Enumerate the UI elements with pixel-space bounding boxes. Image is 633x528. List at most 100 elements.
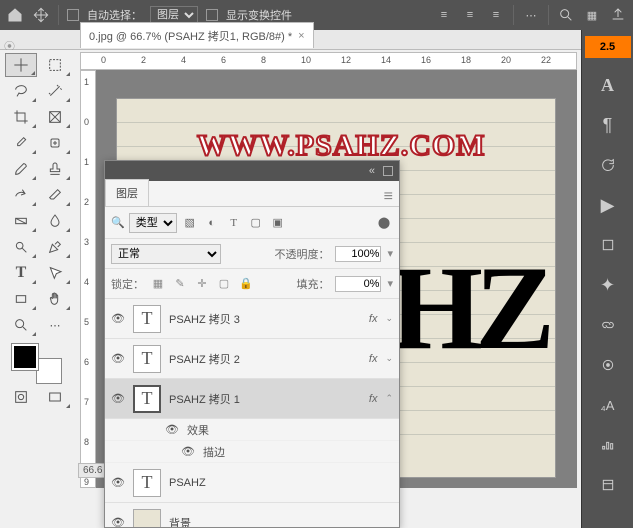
align-mid-icon[interactable]: ≡	[461, 6, 479, 24]
expand-chevron-icon[interactable]: ⌄	[385, 353, 393, 364]
rectangle-tool[interactable]	[5, 287, 37, 311]
expand-chevron-icon[interactable]: ⌃	[385, 393, 393, 404]
fill-input[interactable]	[335, 276, 381, 292]
home-icon[interactable]	[6, 6, 24, 24]
play-icon[interactable]: ▶	[594, 192, 622, 218]
hand-tool[interactable]	[39, 287, 71, 311]
brush-size-display[interactable]: 2.5	[585, 36, 631, 58]
layer-row[interactable]: 👁 T PSAHZ	[105, 463, 399, 503]
brush-tool[interactable]	[5, 157, 37, 181]
blur-tool[interactable]	[39, 209, 71, 233]
collapse-icon[interactable]: «	[369, 165, 375, 177]
visibility-icon[interactable]: 👁	[111, 476, 125, 489]
fx-badge[interactable]: fx	[369, 313, 378, 325]
filter-type-icon[interactable]: T	[225, 214, 243, 232]
lock-artboard-icon[interactable]: ▢	[216, 277, 232, 290]
align-top-icon[interactable]: ≡	[435, 6, 453, 24]
opacity-chevron-icon[interactable]: ▾	[387, 247, 393, 260]
sparkle-icon[interactable]: ✦	[594, 272, 622, 298]
healing-tool[interactable]	[39, 131, 71, 155]
layer-name[interactable]: PSAHZ 拷贝 1	[169, 391, 361, 407]
refresh-icon[interactable]	[594, 152, 622, 178]
visibility-icon[interactable]: 👁	[181, 445, 195, 458]
visibility-icon[interactable]: 👁	[111, 352, 125, 365]
path-select-tool[interactable]	[39, 261, 71, 285]
filter-toggle-icon[interactable]: ⬤	[375, 214, 393, 232]
layer-name[interactable]: PSAHZ 拷贝 2	[169, 351, 361, 367]
more-align-icon[interactable]: ⋯	[522, 6, 540, 24]
lasso-tool[interactable]	[5, 79, 37, 103]
layer-thumbnail[interactable]: T	[133, 469, 161, 497]
layer-thumbnail[interactable]: T	[133, 385, 161, 413]
filter-shape-icon[interactable]: ▢	[247, 214, 265, 232]
layer-row[interactable]: 👁 T PSAHZ 拷贝 2 fx ⌄	[105, 339, 399, 379]
layer-effect-row[interactable]: 👁 描边	[105, 441, 399, 463]
fg-color-swatch[interactable]	[12, 344, 38, 370]
layer-thumbnail[interactable]: T	[133, 345, 161, 373]
show-transform-checkbox[interactable]	[206, 9, 218, 21]
pen-tool[interactable]	[39, 235, 71, 259]
frame-tool[interactable]	[39, 105, 71, 129]
visibility-icon[interactable]: 👁	[111, 392, 125, 405]
target-icon[interactable]	[594, 352, 622, 378]
fill-chevron-icon[interactable]: ▾	[387, 277, 393, 290]
frame-panel-icon[interactable]	[594, 232, 622, 258]
layer-thumbnail[interactable]: T	[133, 305, 161, 333]
layers-titlebar[interactable]: «	[105, 161, 399, 181]
filter-search-icon[interactable]: 🔍	[111, 216, 125, 229]
grid-icon[interactable]: ▦	[583, 6, 601, 24]
eyedropper-tool[interactable]	[5, 131, 37, 155]
stamp-tool[interactable]	[39, 157, 71, 181]
layer-thumbnail[interactable]	[133, 509, 161, 528]
layer-name[interactable]: 背景	[169, 515, 393, 528]
marquee-tool[interactable]	[39, 53, 71, 77]
gradient-tool[interactable]	[5, 209, 37, 233]
layer-name[interactable]: PSAHZ 拷贝 3	[169, 311, 361, 327]
align-bot-icon[interactable]: ≡	[487, 6, 505, 24]
lock-position-icon[interactable]: ✛	[194, 277, 210, 290]
filter-pixel-icon[interactable]: ▧	[181, 214, 199, 232]
color-swatches[interactable]	[12, 344, 62, 384]
fx-badge[interactable]: fx	[369, 393, 378, 405]
close-tab-icon[interactable]: ×	[298, 30, 304, 42]
ruler-vertical[interactable]: 10123456789	[80, 70, 96, 488]
layer-name[interactable]: PSAHZ	[169, 477, 393, 489]
document-tab[interactable]: 0.jpg @ 66.7% (PSAHZ 拷贝1, RGB/8#) * ×	[80, 22, 314, 48]
move-tool[interactable]	[5, 53, 37, 77]
layer-list[interactable]: 👁 T PSAHZ 拷贝 3 fx ⌄ 👁 T PSAHZ 拷贝 2 fx ⌄ …	[105, 299, 399, 527]
paragraph-panel-icon[interactable]: ¶	[594, 112, 622, 138]
link-icon[interactable]	[594, 312, 622, 338]
fx-badge[interactable]: fx	[369, 353, 378, 365]
type-tool[interactable]: T	[5, 261, 37, 285]
properties-panel-icon[interactable]	[594, 472, 622, 498]
edit-toolbar[interactable]: ⋯	[39, 313, 71, 337]
lock-brush-icon[interactable]: ✎	[172, 277, 188, 290]
dodge-tool[interactable]	[5, 235, 37, 259]
filter-smart-icon[interactable]: ▣	[269, 214, 287, 232]
layer-row[interactable]: 👁 T PSAHZ 拷贝 3 fx ⌄	[105, 299, 399, 339]
layer-row[interactable]: 👁 背景	[105, 503, 399, 527]
bg-color-swatch[interactable]	[36, 358, 62, 384]
panel-menu-icon[interactable]: ≡	[384, 188, 393, 206]
expand-chevron-icon[interactable]: ⌄	[385, 313, 393, 324]
magic-wand-tool[interactable]	[39, 79, 71, 103]
share-icon[interactable]	[609, 6, 627, 24]
lock-pixels-icon[interactable]: ▦	[150, 277, 166, 290]
auto-select-checkbox[interactable]	[67, 9, 79, 21]
crop-tool[interactable]	[5, 105, 37, 129]
eraser-tool[interactable]	[39, 183, 71, 207]
opacity-input[interactable]	[335, 246, 381, 262]
ruler-horizontal[interactable]: 0246810121416182022	[80, 52, 577, 70]
quickmask-tool[interactable]	[5, 385, 37, 409]
layers-tab[interactable]: 图层	[105, 179, 149, 206]
filter-adjust-icon[interactable]: ◐	[203, 214, 221, 232]
search-icon[interactable]	[557, 6, 575, 24]
layer-row[interactable]: 👁 T PSAHZ 拷贝 1 fx ⌃	[105, 379, 399, 419]
history-brush-tool[interactable]	[5, 183, 37, 207]
lock-all-icon[interactable]: 🔒	[238, 277, 254, 290]
move-tool-icon[interactable]	[32, 6, 50, 24]
screenmode-tool[interactable]	[39, 385, 71, 409]
blend-mode-dropdown[interactable]: 正常	[111, 244, 221, 264]
close-panel-icon[interactable]	[383, 166, 393, 176]
typography-adjust-icon[interactable]: ₄A	[594, 392, 622, 418]
